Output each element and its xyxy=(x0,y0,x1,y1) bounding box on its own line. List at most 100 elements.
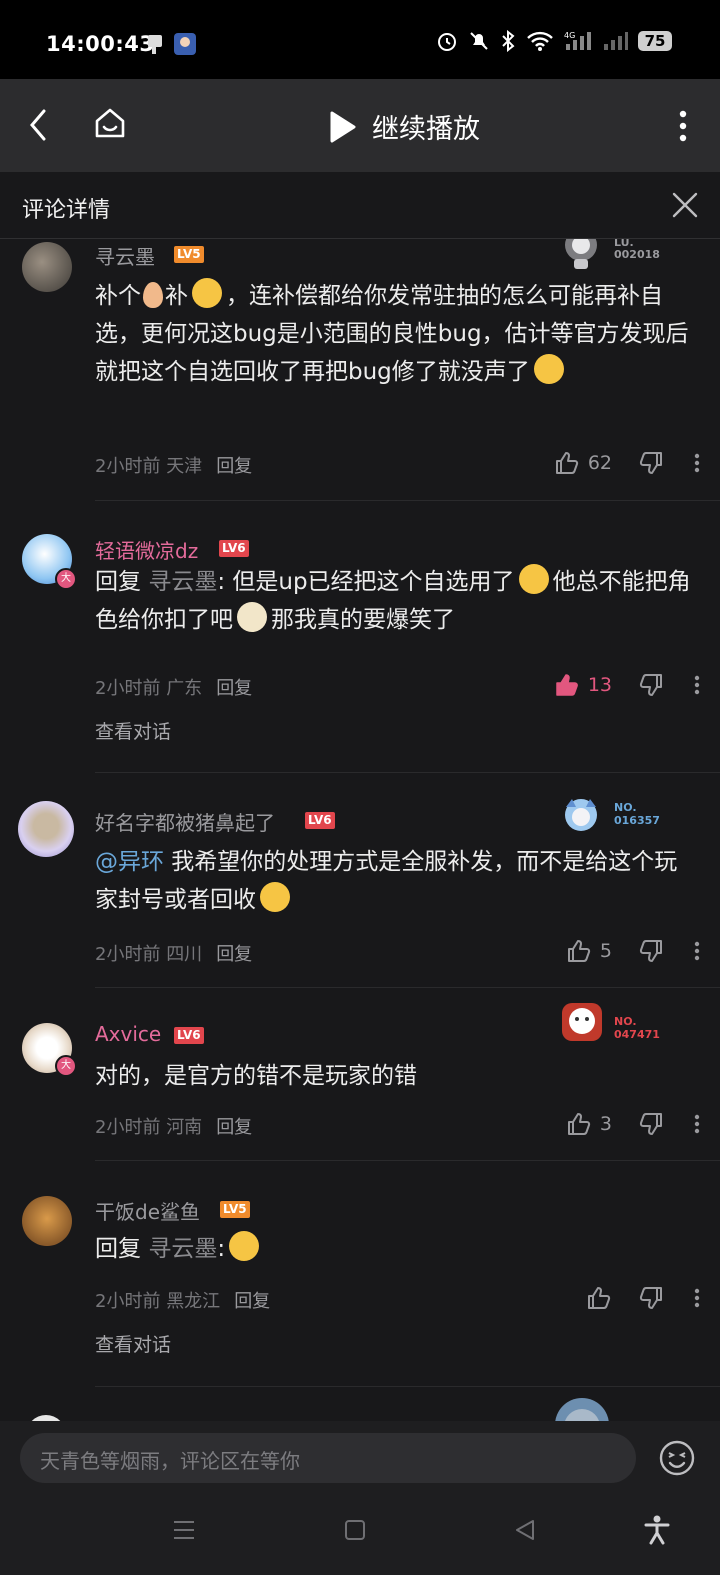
app-avatar-icon xyxy=(174,33,196,55)
reply-button[interactable]: 回复 xyxy=(234,1291,270,1312)
divider xyxy=(95,1160,720,1161)
more-vertical-icon[interactable] xyxy=(694,941,700,961)
fan-medal-number: LU. 002018 xyxy=(614,239,660,261)
bluetooth-icon xyxy=(502,30,515,52)
like-button[interactable]: 5 xyxy=(566,938,612,964)
reply-button[interactable]: 回复 xyxy=(216,678,252,699)
like-count: 3 xyxy=(599,1113,612,1135)
level-badge: LV6 xyxy=(174,1027,204,1044)
home-square-icon[interactable] xyxy=(344,1519,366,1541)
divider xyxy=(95,987,720,988)
username[interactable]: 轻语微凉dz xyxy=(95,535,198,564)
reply-button[interactable]: 回复 xyxy=(216,1117,252,1138)
user-avatar[interactable] xyxy=(22,242,72,292)
thumbs-down-icon[interactable] xyxy=(638,1111,664,1137)
status-time: 14:00:43 xyxy=(46,32,155,56)
comment-text: @异环 我希望你的处理方式是全服补发，而不是给这个玩家封号或者回收 xyxy=(95,849,678,913)
comment-text: 对的，是官方的错不是玩家的错 xyxy=(95,1063,417,1089)
reply-target-link[interactable]: 寻云墨 xyxy=(148,1236,217,1262)
like-button[interactable]: 13 xyxy=(554,672,612,698)
continue-play-label: 继续播放 xyxy=(372,114,480,145)
comment-meta: 2小时前 河南 回复 xyxy=(95,1117,253,1138)
like-count: 62 xyxy=(587,452,612,474)
comment-composer-area: 天青色等烟雨，评论区在等你 xyxy=(0,1421,720,1575)
mention-link[interactable]: @异环 xyxy=(95,849,164,875)
username[interactable]: 好名字都被猪鼻起了 xyxy=(95,807,275,836)
level-badge: LV6 xyxy=(305,812,335,829)
view-conversation-link[interactable]: 查看对话 xyxy=(95,717,171,744)
play-icon xyxy=(330,111,356,142)
comment-input-placeholder: 天青色等烟雨，评论区在等你 xyxy=(40,1449,300,1473)
divider xyxy=(95,772,720,773)
comment-text: 补个补，连补偿都给你发常驻抽的怎么可能再补自选，更何况这bug是小范围的良性bu… xyxy=(95,277,695,391)
reply-button[interactable]: 回复 xyxy=(216,456,252,477)
egg-emoji-icon xyxy=(143,282,163,308)
close-icon[interactable] xyxy=(672,192,698,218)
system-navigation-bar xyxy=(0,1515,720,1575)
notification-icon xyxy=(148,35,162,54)
username[interactable]: Axvice xyxy=(95,1022,161,1046)
fan-medal-icon xyxy=(565,799,597,831)
thumbs-down-icon[interactable] xyxy=(638,450,664,476)
more-vertical-icon[interactable] xyxy=(676,109,690,143)
thumbs-up-icon xyxy=(567,1113,591,1135)
recent-apps-icon[interactable] xyxy=(172,1519,196,1541)
thumbs-up-icon xyxy=(567,940,591,962)
like-button[interactable]: 62 xyxy=(554,450,612,476)
more-vertical-icon[interactable] xyxy=(694,675,700,695)
comment-text: 回复 寻云墨: 但是up已经把这个自选用了 他总不能把角色给你扣了吧 那我真的要爆笑… xyxy=(95,563,695,639)
svg-text:4G: 4G xyxy=(564,31,575,40)
fan-medal-number: NO. 047471 xyxy=(614,1015,660,1041)
crying-laugh-emoji-icon xyxy=(192,278,222,308)
reply-target-link[interactable]: 寻云墨 xyxy=(148,569,217,595)
comment-actions: 5 xyxy=(566,938,700,964)
thumbs-up-icon xyxy=(555,452,578,474)
divider xyxy=(95,1386,720,1387)
username[interactable]: 寻云墨 xyxy=(95,241,155,270)
like-button[interactable]: 3 xyxy=(566,1111,612,1137)
accessibility-icon[interactable] xyxy=(644,1515,670,1545)
like-count: 5 xyxy=(599,940,612,962)
comment-meta: 2小时前 黑龙江 回复 xyxy=(95,1291,271,1312)
more-vertical-icon[interactable] xyxy=(694,1114,700,1134)
alarm-icon xyxy=(438,33,456,51)
signal-icon-2 xyxy=(604,32,628,50)
vip-badge-icon: 大 xyxy=(55,568,77,590)
crying-emoji-icon xyxy=(229,1231,260,1261)
continue-play-button[interactable]: 继续播放 xyxy=(326,107,480,146)
like-button[interactable] xyxy=(586,1285,612,1311)
user-avatar[interactable] xyxy=(22,1196,72,1246)
emoji-picker-icon[interactable] xyxy=(658,1439,696,1477)
username[interactable]: 干饭de鲨鱼 xyxy=(95,1196,200,1225)
back-arrow-icon[interactable] xyxy=(24,107,54,143)
thumbs-down-icon[interactable] xyxy=(638,1285,664,1311)
home-icon[interactable] xyxy=(92,105,128,141)
user-avatar[interactable] xyxy=(18,801,74,857)
battery-indicator: 75 xyxy=(638,31,672,51)
more-vertical-icon[interactable] xyxy=(694,1288,700,1308)
signal-icon: 4G xyxy=(564,31,591,50)
comment-list[interactable]: 寻云墨 LV5 LU. 002018 补个补，连补偿都给你发常驻抽的怎么可能再补… xyxy=(0,239,720,1421)
wifi-icon xyxy=(527,31,553,51)
status-bar: 14:00:43 4G 75 xyxy=(0,0,720,79)
comment-text: 回复 寻云墨: xyxy=(95,1230,695,1268)
comment-actions: 13 xyxy=(554,672,700,698)
laughing-emoji-icon xyxy=(237,602,267,632)
back-triangle-icon[interactable] xyxy=(514,1519,536,1541)
comment-detail-header: 评论详情 xyxy=(0,172,720,239)
level-badge: LV6 xyxy=(219,540,249,557)
comment-input[interactable]: 天青色等烟雨，评论区在等你 xyxy=(20,1433,636,1483)
thumbs-up-filled-icon xyxy=(556,674,578,696)
thumbs-down-icon[interactable] xyxy=(638,672,664,698)
reply-button[interactable]: 回复 xyxy=(216,944,252,965)
more-vertical-icon[interactable] xyxy=(694,453,700,473)
view-conversation-link[interactable]: 查看对话 xyxy=(95,1330,171,1357)
vip-badge-icon: 大 xyxy=(55,1055,77,1077)
comment-meta: 2小时前 四川 回复 xyxy=(95,944,253,965)
thumbs-down-icon[interactable] xyxy=(638,938,664,964)
comment-item: 好名字都被猪鼻起了 LV6 NO. 016357 @异环 我希望你的处理方式是全服… xyxy=(0,797,720,997)
divider xyxy=(95,500,720,501)
comment-detail-title: 评论详情 xyxy=(22,198,111,223)
crying-laugh-emoji-icon xyxy=(260,882,290,912)
comment-actions: 3 xyxy=(566,1111,700,1137)
